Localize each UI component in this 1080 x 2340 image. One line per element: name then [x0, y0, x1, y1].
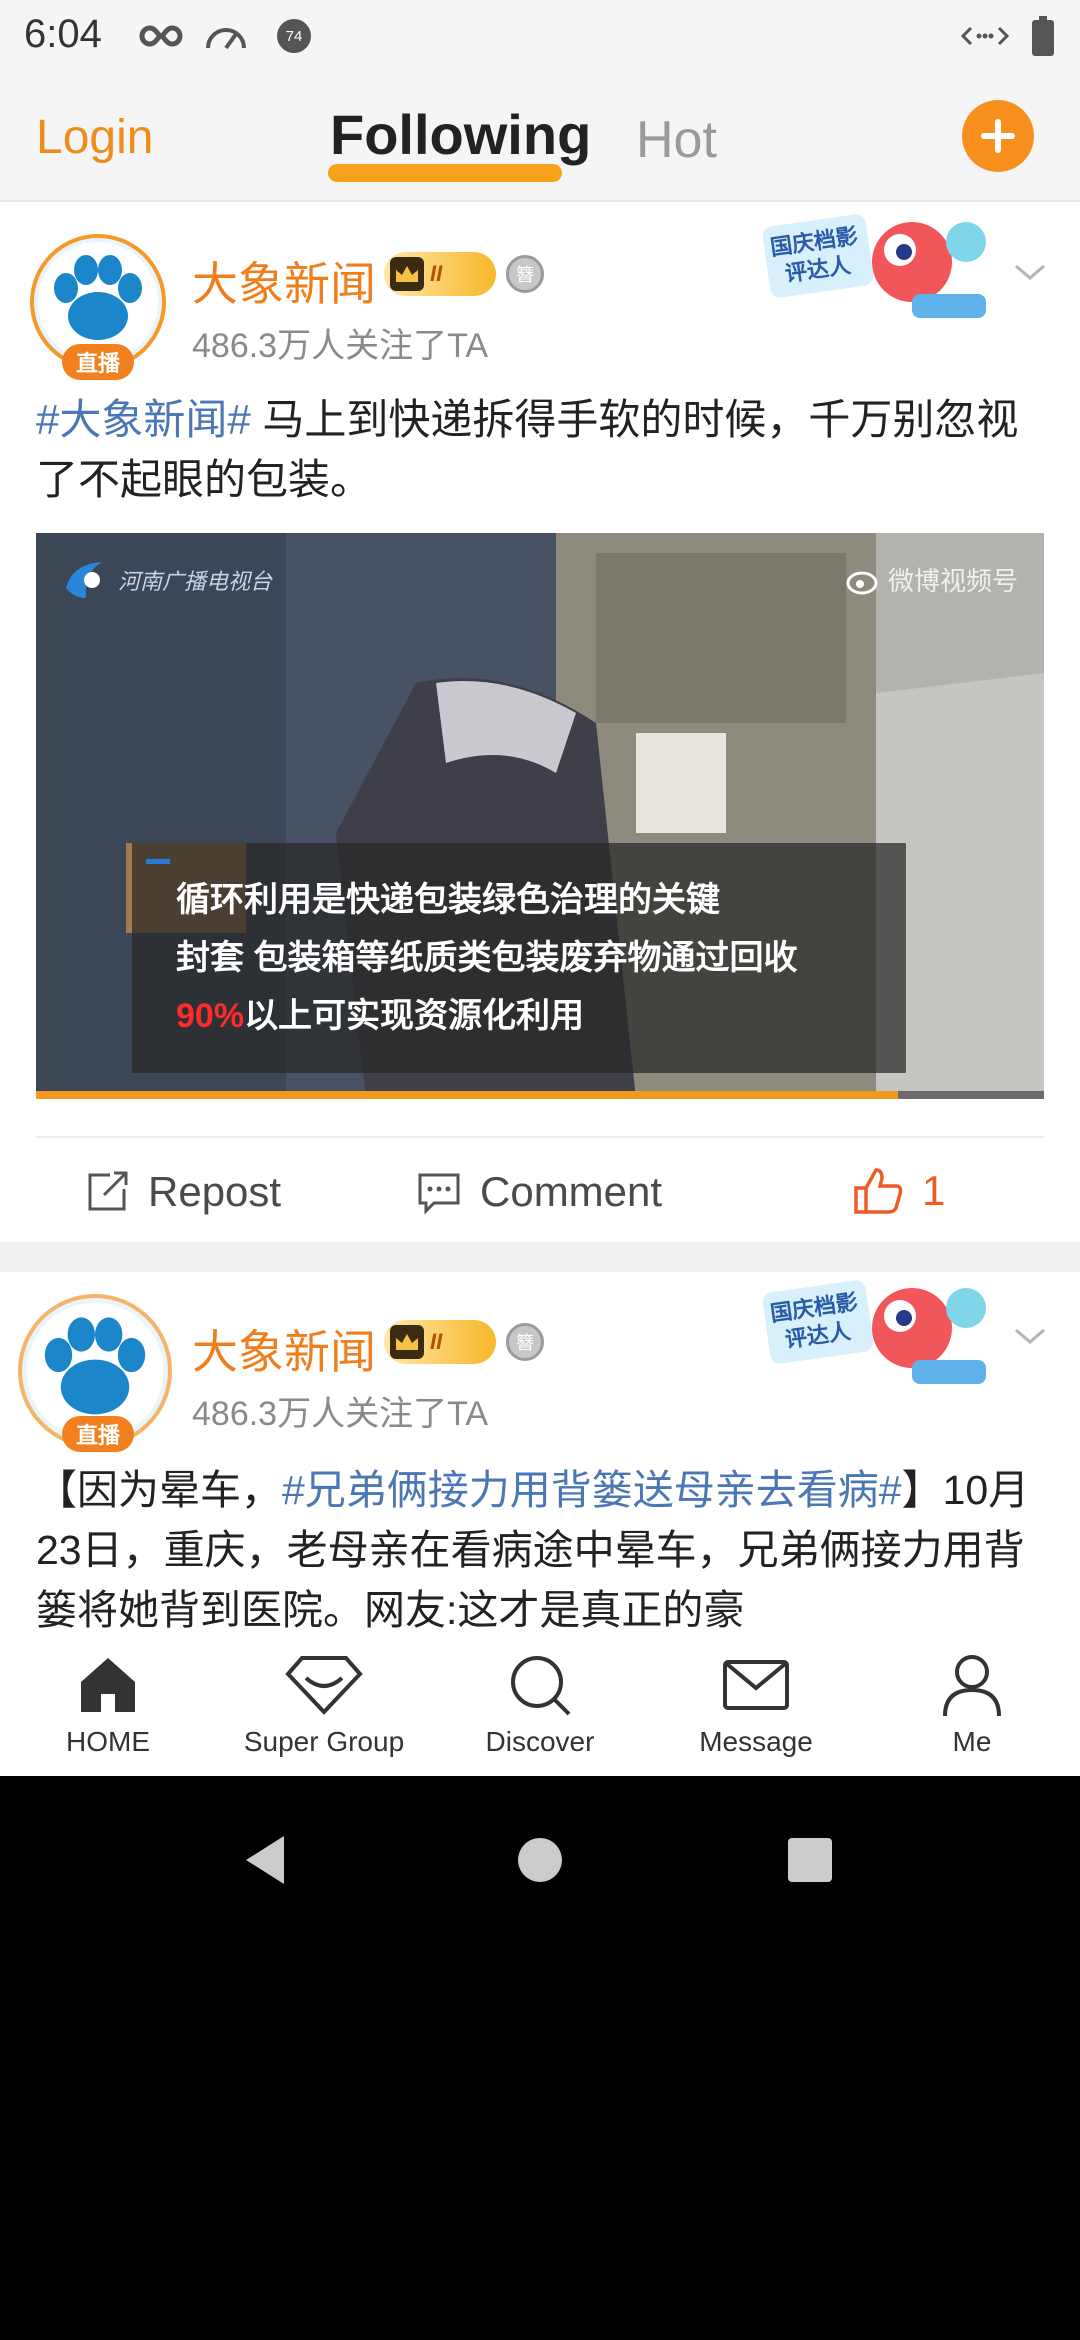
- caption-line-3: 90%以上可实现资源化利用: [176, 987, 906, 1045]
- post-separator: [0, 1242, 1080, 1272]
- crown-icon: [390, 257, 424, 291]
- author-badges: II 簪: [384, 1320, 544, 1364]
- top-nav: Login Following Hot: [0, 72, 1080, 202]
- caption-highlight: 90%: [176, 997, 245, 1035]
- crown-rank: II: [430, 1329, 443, 1354]
- post-card: 直播 大象新闻 II 簪 486.3万人关注了TA 国庆档影评达人 #大象新闻#…: [0, 202, 1080, 1242]
- author-name[interactable]: 大象新闻: [192, 1316, 376, 1382]
- login-link[interactable]: Login: [36, 110, 153, 165]
- post-prefix: 【因为晕车，: [36, 1467, 282, 1513]
- video-progress-bar[interactable]: [36, 1091, 1044, 1099]
- recents-icon[interactable]: [786, 1832, 834, 1888]
- caption-line-3-text: 以上可实现资源化利用: [244, 997, 585, 1035]
- post-text: #大象新闻# 马上到快递拆得手软的时候，千万别忽视了不起眼的包装。: [36, 390, 1044, 510]
- add-button[interactable]: [962, 100, 1034, 172]
- comment-icon: [418, 1173, 460, 1215]
- like-button[interactable]: 1: [852, 1166, 945, 1216]
- channel-logo-icon: [66, 562, 102, 598]
- weibo-icon: [846, 571, 878, 594]
- video-progress-fill: [36, 1091, 898, 1099]
- like-count: 1: [922, 1167, 946, 1214]
- tab-discover-label: Discover: [485, 1726, 595, 1757]
- repost-button[interactable]: Repost: [84, 1168, 281, 1216]
- followers-count: 486.3万人关注了TA: [192, 327, 489, 365]
- author-name[interactable]: 大象新闻: [192, 248, 376, 314]
- search-icon: [511, 1656, 571, 1716]
- video-player[interactable]: 河南广播电视台 微博视频号 循环利用是快递包装绿色治理的关键 封套 包装箱等纸质…: [36, 533, 1044, 1099]
- infinity-icon: [138, 16, 184, 56]
- notification-count: 74: [277, 19, 311, 53]
- app-screen: 6:04 74 Login Following Hot 直播 大象新闻 II 簪…: [0, 0, 1080, 1776]
- channel-logo-text: 河南广播电视台: [118, 569, 273, 594]
- sticker-badge: 国庆档影评达人: [762, 210, 994, 330]
- tab-hot[interactable]: Hot: [636, 110, 717, 170]
- comment-label: Comment: [480, 1168, 663, 1215]
- comment-button[interactable]: Comment: [416, 1168, 662, 1216]
- status-bar: 6:04 74: [0, 0, 1080, 72]
- followers-count: 486.3万人关注了TA: [192, 1395, 489, 1433]
- action-divider: [36, 1136, 1044, 1138]
- crown-badge: II: [384, 1320, 496, 1364]
- live-badge: 直播: [62, 344, 134, 380]
- crown-rank: II: [430, 261, 443, 286]
- notification-74-icon: 74: [274, 16, 314, 56]
- tab-following[interactable]: Following: [330, 102, 591, 167]
- tab-home-label: HOME: [66, 1726, 150, 1757]
- video-caption: 循环利用是快递包装绿色治理的关键 封套 包装箱等纸质类包装废弃物通过回收 90%…: [132, 843, 906, 1073]
- battery-icon: [1030, 16, 1056, 56]
- author-badges: II 簪: [384, 252, 544, 296]
- crown-icon: [390, 1325, 424, 1359]
- sticker-badge: 国庆档影评达人: [762, 1276, 994, 1396]
- plus-icon: [981, 119, 1015, 153]
- post-text: 【因为晕车，#兄弟俩接力用背篓送母亲去看病#】10月23日，重庆，老母亲在看病途…: [36, 1460, 1044, 1638]
- tab-message[interactable]: Message: [648, 1638, 864, 1776]
- crown-badge: II: [384, 252, 496, 296]
- medal-icon: 簪: [506, 1323, 544, 1361]
- data-transfer-icon: [960, 16, 1010, 56]
- tab-home[interactable]: HOME: [0, 1638, 216, 1776]
- channel-logo: 河南广播电视台: [62, 555, 272, 605]
- tab-message-label: Message: [699, 1726, 813, 1757]
- home-circle-icon[interactable]: [516, 1832, 564, 1888]
- tab-discover[interactable]: Discover: [432, 1638, 648, 1776]
- tab-me[interactable]: Me: [864, 1638, 1080, 1776]
- speedometer-icon: [204, 16, 248, 56]
- diamond-icon: [285, 1656, 363, 1715]
- caption-line-1: 循环利用是快递包装绿色治理的关键: [176, 881, 720, 919]
- post-hashtag[interactable]: #大象新闻#: [36, 396, 251, 443]
- post-suffix: 】: [901, 1467, 943, 1513]
- back-icon[interactable]: [240, 1832, 292, 1888]
- post-hashtag[interactable]: #兄弟俩接力用背篓送母亲去看病#: [282, 1467, 902, 1513]
- video-watermark-text: 微博视频号: [887, 566, 1018, 596]
- tab-following-label: Following: [330, 103, 592, 166]
- thumbs-up-icon: [854, 1168, 903, 1214]
- video-watermark: 微博视频号: [846, 561, 1018, 598]
- status-time: 6:04: [24, 12, 102, 56]
- chevron-down-icon[interactable]: [1010, 252, 1050, 292]
- tab-super-group-label: Super Group: [243, 1726, 405, 1757]
- person-icon: [943, 1655, 1001, 1717]
- bottom-tab-bar: HOME Super Group Discover Message Me: [0, 1638, 1080, 1776]
- repost-label: Repost: [148, 1168, 282, 1215]
- system-nav-bar: [0, 1776, 1080, 2340]
- post-card: 直播 大象新闻 II 簪 486.3万人关注了TA 国庆档影评达人 【因为晕车，…: [0, 1272, 1080, 1638]
- mail-icon: [723, 1660, 789, 1710]
- repost-icon: [88, 1171, 128, 1211]
- tab-super-group[interactable]: Super Group: [216, 1638, 432, 1776]
- live-badge: 直播: [62, 1416, 134, 1452]
- medal-icon: 簪: [506, 255, 544, 293]
- caption-line-2: 封套 包装箱等纸质类包装废弃物通过回收: [176, 939, 798, 977]
- chevron-down-icon[interactable]: [1010, 1316, 1050, 1356]
- caption-accent: [146, 859, 170, 864]
- home-icon: [81, 1658, 135, 1712]
- tab-me-label: Me: [952, 1726, 992, 1757]
